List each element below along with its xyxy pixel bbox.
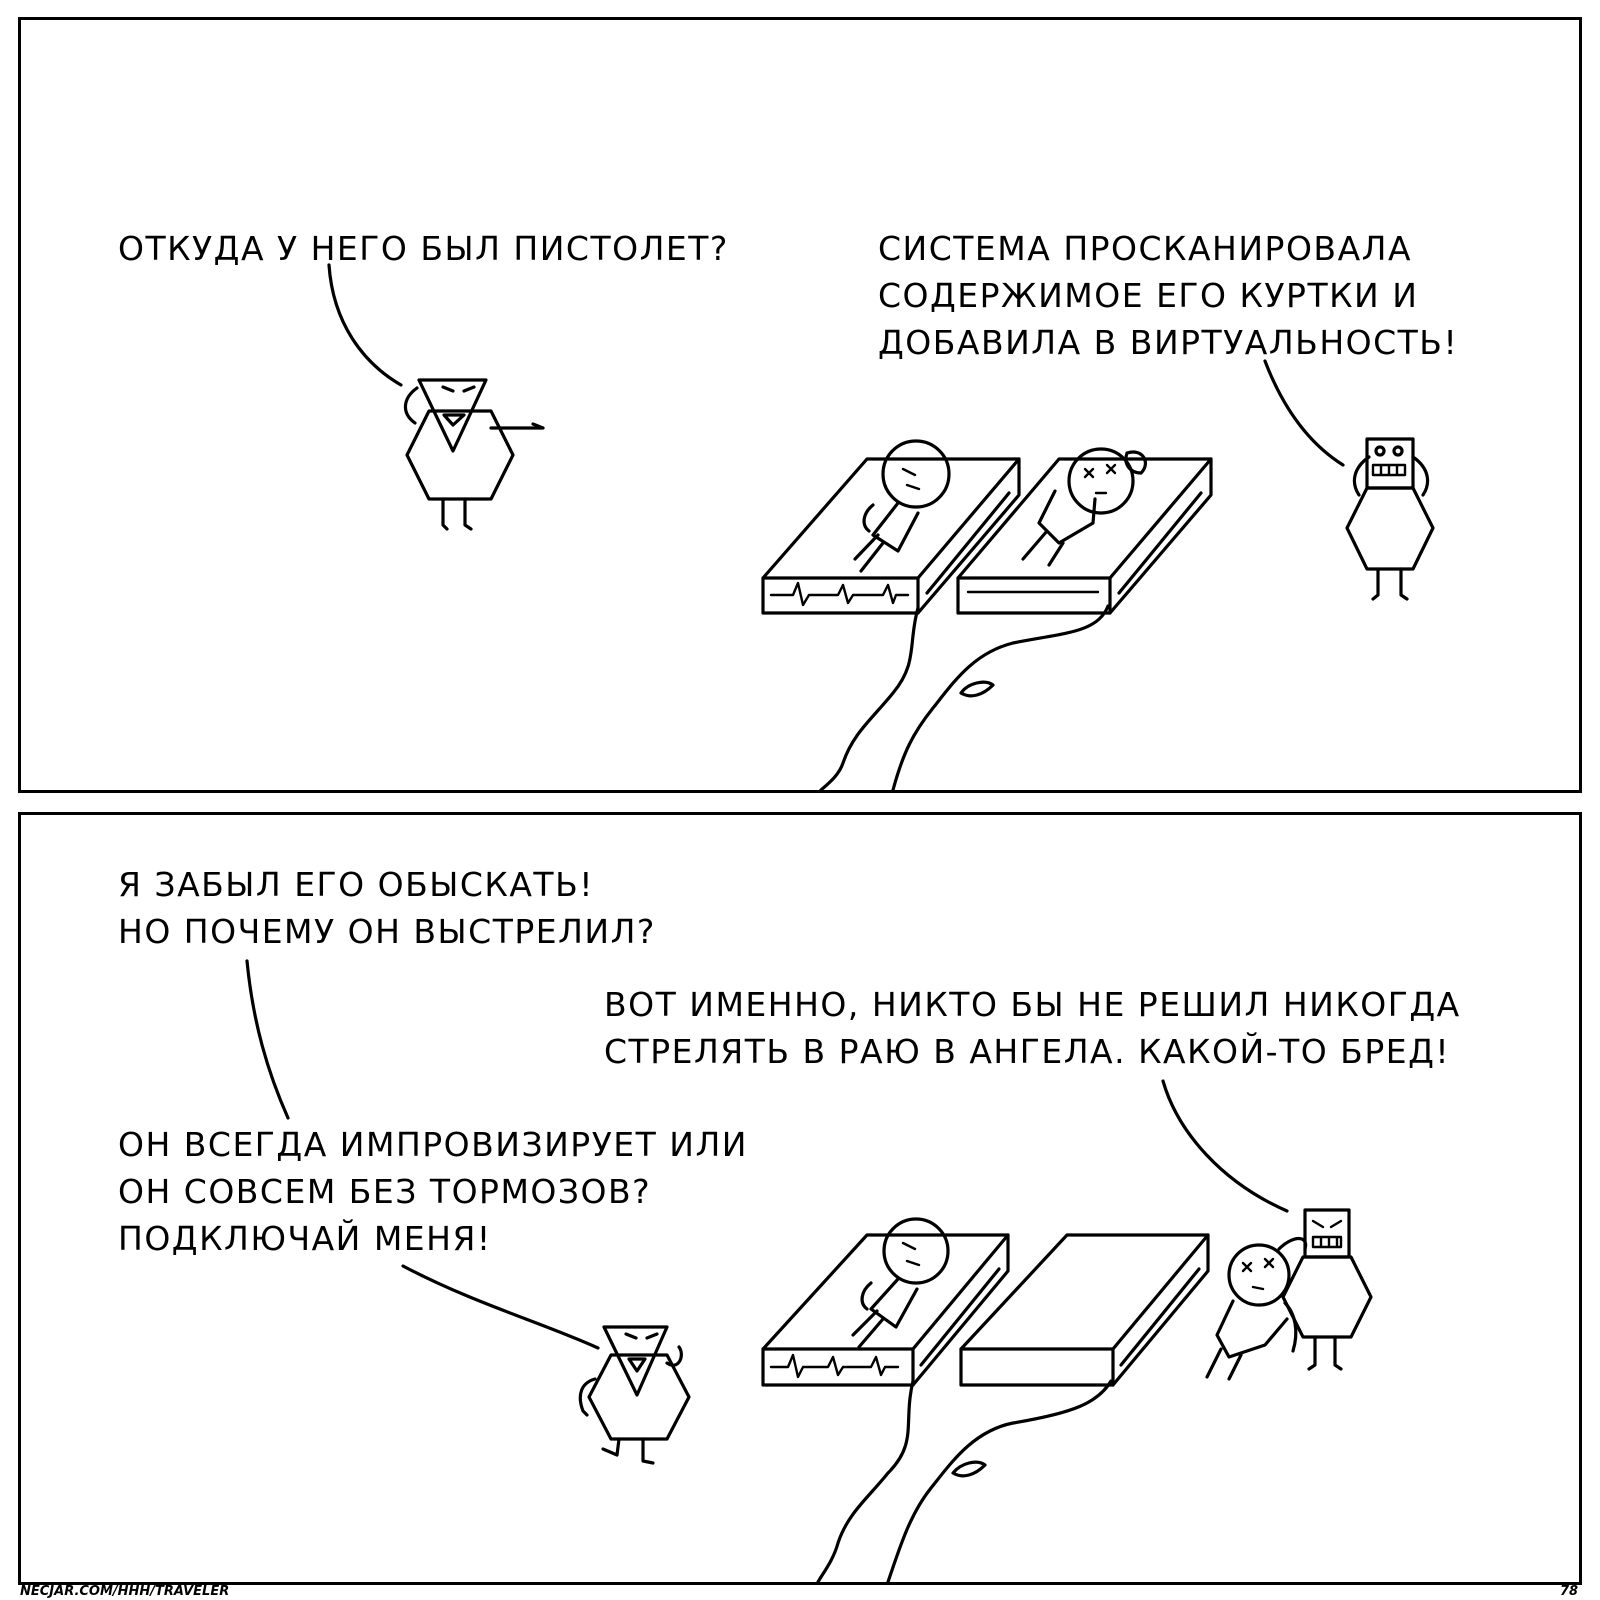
cable-1 [819,606,920,790]
speech-where-gun: ОТКУДА У НЕГО БЫЛ ПИСТОЛЕТ? [118,229,729,268]
page-number: 78 [1560,1584,1579,1599]
square-head-carrying-character [1205,1208,1373,1381]
comic-panel-2: Я ЗАБЫЛ ЕГО ОБЫСКАТЬ! НО ПОЧЕМУ ОН ВЫСТР… [18,812,1582,1585]
speech-system-scanned: СИСТЕМА ПРОСКАНИРОВАЛА СОДЕРЖИМОЕ ЕГО КУ… [878,229,1459,362]
square-head-character [1345,437,1435,601]
speech-exactly-nobody: ВОТ ИМЕННО, НИКТО БЫ НЕ РЕШИЛ НИКОГДА СТ… [604,985,1461,1071]
empty-virtual-bed [959,1233,1210,1387]
virtual-bed-with-person [761,439,1021,615]
virtual-bed-with-person [761,1217,1010,1387]
cable-2 [886,1379,1113,1582]
speech-forgot-to-search: Я ЗАБЫЛ ЕГО ОБЫСКАТЬ! НО ПОЧЕМУ ОН ВЫСТР… [118,865,656,951]
speech-tail-exactly [1161,1079,1289,1213]
speech-tail-forgot [245,959,290,1120]
speech-tail-right [1263,359,1345,467]
speech-tail-improvises [401,1264,600,1350]
cable-leaf [951,1460,987,1478]
triangle-head-character [403,378,545,531]
panel-1-artwork [327,263,1435,790]
virtual-bed-with-dead-person [956,447,1213,615]
cable-2 [891,604,1110,790]
speech-always-improvises: ОН ВСЕГДА ИМПРОВИЗИРУЕТ ИЛИ ОН СОВСЕМ БЕ… [118,1125,748,1258]
site-url: NECJAR.COM/HHH/TRAVELER [20,1584,230,1599]
speech-tail-left [327,263,403,387]
comic-panel-1: ОТКУДА У НЕГО БЫЛ ПИСТОЛЕТ? СИСТЕМА ПРОС… [18,17,1582,793]
cable-leaf [959,680,995,698]
